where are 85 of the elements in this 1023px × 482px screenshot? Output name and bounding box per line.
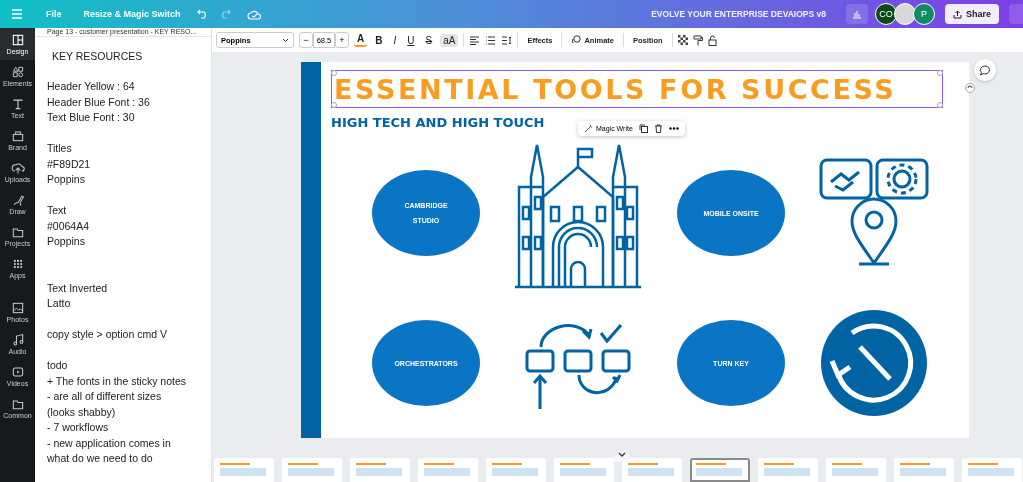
- slide-thumbnail[interactable]: [214, 458, 274, 482]
- slide-thumbnail[interactable]: [962, 458, 1022, 482]
- folder-icon: [10, 225, 25, 239]
- handshake-gear-pin-icon: [819, 158, 929, 268]
- note-line: - are all of different sizes: [47, 389, 163, 404]
- insights-button[interactable]: [846, 4, 868, 24]
- note-line: Titles: [47, 141, 73, 156]
- briefcase-icon: [10, 129, 25, 143]
- align-left-icon[interactable]: [469, 35, 481, 45]
- note-line: Header Yellow : 64: [47, 79, 136, 94]
- strikethrough-button[interactable]: S: [422, 33, 436, 47]
- underline-button[interactable]: U: [404, 33, 418, 47]
- slide-thumbnail[interactable]: [894, 458, 954, 482]
- line-spacing-icon[interactable]: [501, 35, 513, 45]
- chevron-down-icon: [618, 452, 626, 458]
- slide-thumbnail[interactable]: [554, 458, 614, 482]
- note-line: what do we need to do: [47, 451, 154, 466]
- magic-wand-icon: [584, 124, 593, 133]
- resize-handle[interactable]: [937, 102, 943, 108]
- video-icon: [10, 365, 25, 379]
- letter-case-button[interactable]: aA: [440, 33, 459, 47]
- restore-icon: [820, 309, 928, 417]
- trash-icon[interactable]: [653, 124, 663, 133]
- note-line: Poppins: [47, 172, 86, 187]
- note-line: Text: [47, 203, 68, 218]
- animate-icon: [571, 35, 582, 45]
- list-icon[interactable]: [485, 35, 497, 45]
- note-line: (looks shabby): [47, 404, 117, 420]
- cloud-check-icon[interactable]: [246, 8, 261, 20]
- document-title[interactable]: EVOLVE YOUR ENTERPRISE DEVAIOPS v8: [651, 9, 826, 19]
- resize-handle[interactable]: [937, 70, 943, 76]
- slide-thumbnail[interactable]: [350, 458, 410, 482]
- slide-thumbnail[interactable]: [622, 458, 682, 482]
- folder-icon: [10, 397, 25, 411]
- user-avatar[interactable]: [894, 3, 916, 25]
- music-note-icon: [10, 333, 25, 347]
- slide-thumbnail[interactable]: [826, 458, 886, 482]
- upload-icon: [953, 9, 962, 19]
- more-icon[interactable]: [668, 127, 679, 130]
- note-line: - 7 workflows: [47, 420, 110, 435]
- increase-size-button[interactable]: +: [335, 32, 349, 48]
- slide-thumbnail[interactable]: [690, 458, 750, 482]
- copy-icon[interactable]: [638, 124, 648, 133]
- transparency-icon[interactable]: [677, 35, 688, 45]
- speech-bubble-icon: [979, 64, 991, 76]
- user-avatar[interactable]: P: [913, 3, 935, 25]
- share-button[interactable]: Share: [945, 4, 999, 24]
- cloud-upload-icon: [10, 161, 25, 175]
- menu-icon[interactable]: [10, 8, 24, 20]
- lock-icon[interactable]: [707, 34, 717, 46]
- rotate-handle-icon[interactable]: [965, 83, 975, 93]
- note-line: #F89D21: [47, 156, 92, 172]
- bold-button[interactable]: B: [372, 33, 386, 47]
- note-line: Text Blue Font : 30: [47, 110, 136, 125]
- note-line: todo: [47, 358, 69, 373]
- paint-roller-icon[interactable]: [692, 34, 703, 46]
- text-color-button[interactable]: A: [354, 33, 368, 47]
- note-line: #0064A4: [47, 218, 91, 234]
- shapes-icon: [10, 65, 25, 79]
- note-line: Poppins: [47, 234, 86, 249]
- slide-thumbnail[interactable]: [758, 458, 818, 482]
- user-avatar[interactable]: CO: [875, 3, 897, 25]
- notes-heading: KEY RESOURCES: [51, 48, 144, 64]
- italic-button[interactable]: I: [390, 33, 400, 47]
- resize-handle[interactable]: [331, 102, 337, 108]
- undo-icon[interactable]: [196, 9, 209, 19]
- layout-icon: [10, 33, 25, 47]
- add-comment-button[interactable]: [974, 59, 996, 81]
- note-line: Latto: [47, 296, 72, 311]
- note-line: Header Blue Font : 36: [47, 94, 151, 110]
- collapse-button[interactable]: [612, 452, 632, 462]
- image-icon: [10, 301, 25, 315]
- slide-subtitle: HIGH TECH AND HIGH TOUCH: [331, 115, 545, 130]
- decrease-size-button[interactable]: −: [299, 32, 313, 48]
- resize-handle[interactable]: [331, 70, 337, 76]
- bar-chart-icon: [852, 9, 862, 19]
- text-icon: [10, 97, 25, 111]
- note-line: Text Inverted: [47, 280, 109, 296]
- note-line: copy style > option cmd V: [47, 327, 168, 342]
- slide-thumbnail[interactable]: [486, 458, 546, 482]
- slide-thumbnail[interactable]: [418, 458, 478, 482]
- slide-thumbnail[interactable]: [282, 458, 342, 482]
- note-line: - new application comes in: [47, 435, 172, 451]
- caret-icon: [282, 37, 289, 43]
- note-line: + The fonts in the sticky notes: [47, 373, 187, 389]
